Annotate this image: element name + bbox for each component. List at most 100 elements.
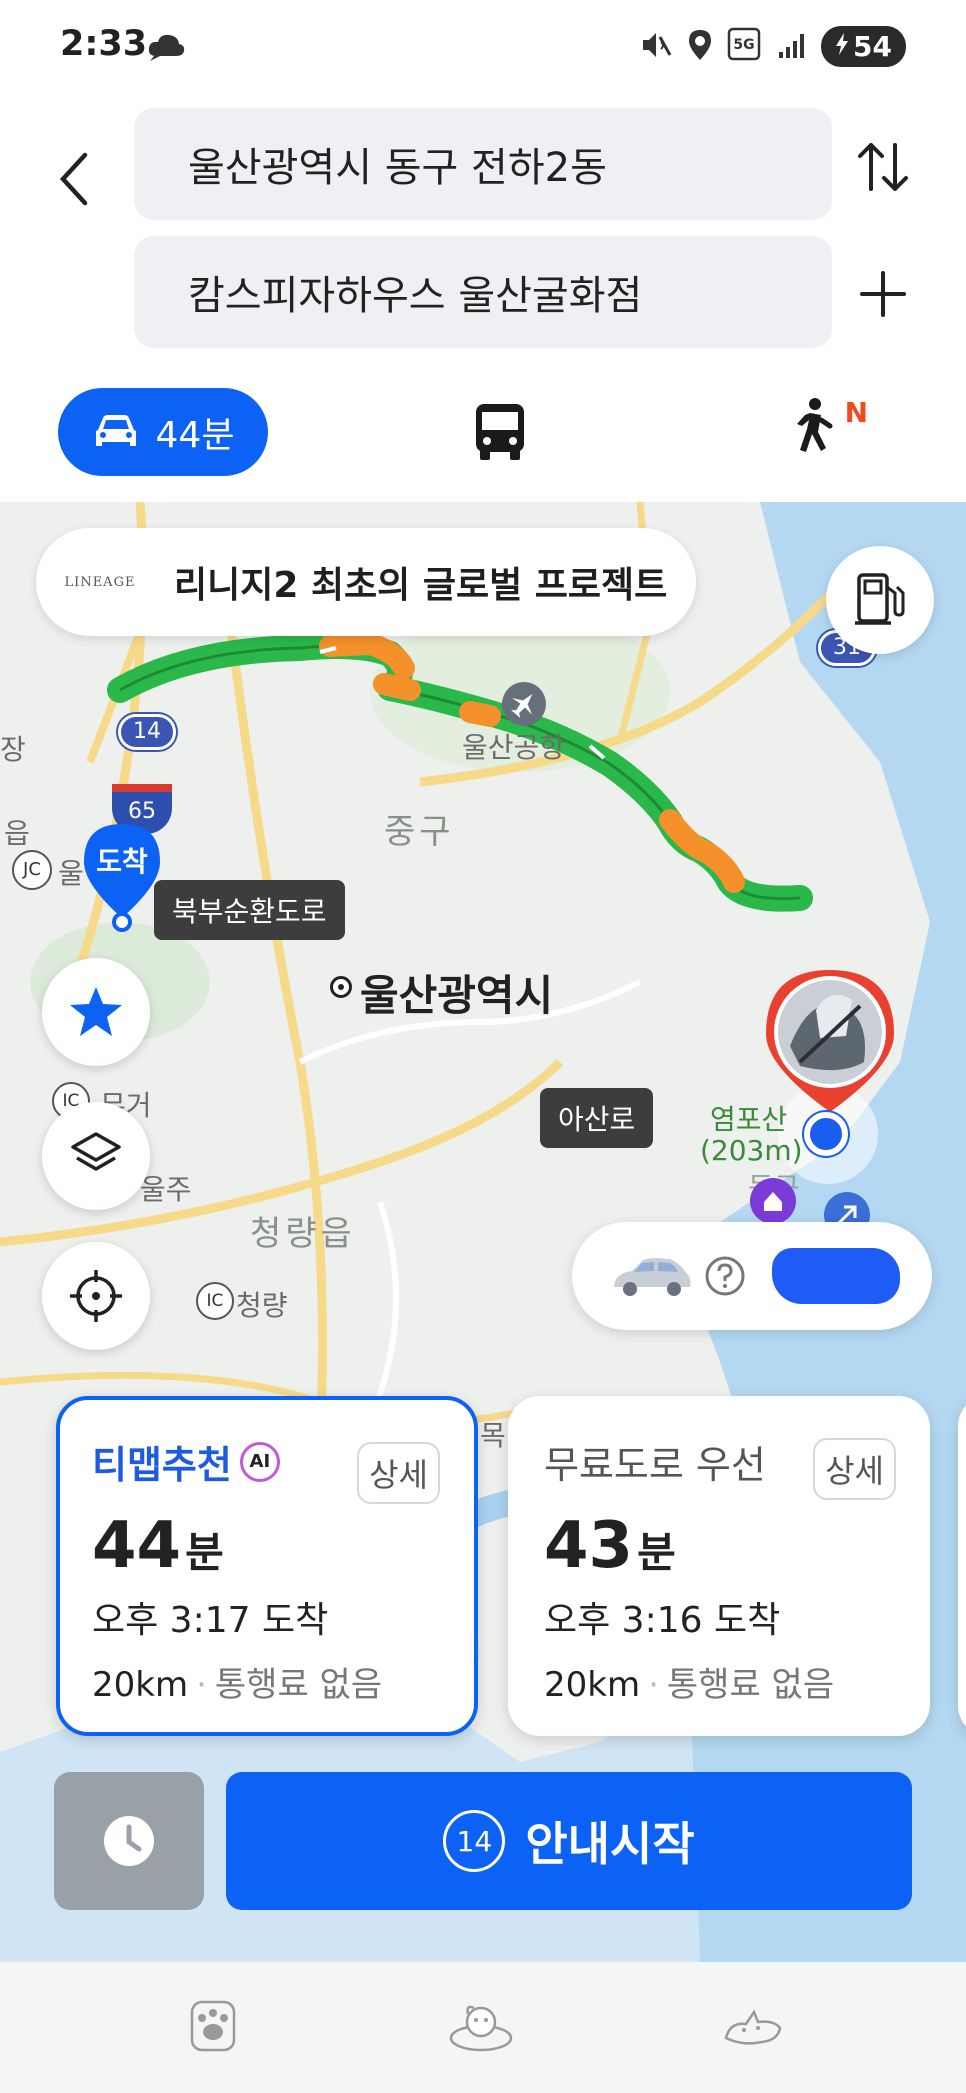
tab-car[interactable]: 44분 xyxy=(58,388,268,476)
destination-field[interactable]: 캄스피자하우스 울산굴화점 xyxy=(134,236,832,348)
route-detail-button[interactable]: 상세 xyxy=(813,1438,896,1500)
swap-arrows-icon xyxy=(858,143,908,191)
plus-icon xyxy=(860,271,906,317)
transport-mode-tabs: 44분 N xyxy=(0,378,966,502)
paw-icon xyxy=(190,2000,236,2052)
map-label-airport: 울산공항 xyxy=(462,731,566,764)
redacted-fare xyxy=(772,1248,900,1304)
route-toll: 통행료 없음 xyxy=(666,1665,835,1705)
battery-indicator: 54 xyxy=(821,26,906,67)
car-illustration-icon xyxy=(614,1258,691,1296)
destination-pin[interactable]: 도착 xyxy=(82,822,162,932)
countdown-indicator: 14 xyxy=(443,1810,506,1872)
route-minutes-unit: 분 xyxy=(637,1528,676,1577)
bottom-navigation xyxy=(0,1962,966,2093)
route-distance: 20km xyxy=(544,1665,641,1705)
route-duration: 44분 xyxy=(92,1509,474,1583)
route-meta: 20km · 통행료 없음 xyxy=(544,1665,835,1705)
route-card-next-peek[interactable] xyxy=(958,1396,966,1736)
city-center-marker xyxy=(330,976,352,998)
route-title: 무료도로 우선 xyxy=(544,1443,766,1487)
ad-banner[interactable]: LINEAGE 리니지2 최초의 글로벌 프로젝트 xyxy=(36,528,696,636)
current-location-marker xyxy=(804,1112,848,1156)
my-location-button[interactable] xyxy=(42,1242,150,1350)
route-distance: 20km xyxy=(92,1665,189,1705)
layers-icon xyxy=(71,1132,121,1171)
route-shield-14: 14 xyxy=(118,714,176,750)
route-card-recommended[interactable]: 티맵추천 AI 상세 44분 오후 3:17 도착 20km · 통행료 없음 xyxy=(56,1396,478,1736)
route-search-header: 울산광역시 동구 전하2동 캄스피자하우스 울산굴화점 xyxy=(0,96,966,378)
clock-icon xyxy=(104,1816,154,1866)
map-label-mountain-height: (203m) xyxy=(700,1134,803,1167)
ad-text: 리니지2 최초의 글로벌 프로젝트 xyxy=(174,565,668,606)
jc-marker: JC xyxy=(12,850,52,890)
charging-icon xyxy=(835,30,849,63)
route-arrival: 오후 3:17 도착 xyxy=(92,1600,329,1641)
svg-text:5G: 5G xyxy=(733,37,754,53)
character-icon xyxy=(449,2005,513,2052)
map-label-district: 중구 xyxy=(384,812,455,852)
map-label-eup: 읍 xyxy=(4,817,30,850)
nav-character[interactable] xyxy=(446,1996,516,2056)
route-toll: 통행료 없음 xyxy=(214,1665,383,1705)
location-icon xyxy=(687,28,713,66)
network-5g-icon: 5G xyxy=(727,27,763,67)
tab-transit[interactable] xyxy=(470,400,530,464)
route-minutes: 43 xyxy=(544,1509,634,1583)
route-duration: 43분 xyxy=(544,1509,930,1583)
status-time: 2:33 xyxy=(60,24,148,64)
fuel-station-button[interactable] xyxy=(826,546,934,654)
nav-paw[interactable] xyxy=(178,1996,248,2056)
origin-avatar-pin[interactable] xyxy=(760,966,900,1116)
map-view[interactable]: 울산공항 중구 울산광역시 염포산 (203m) 무거 울주 청량읍 청량 읍 … xyxy=(0,502,966,1962)
route-title: 티맵추천 xyxy=(92,1443,232,1487)
nav-cat[interactable] xyxy=(718,1996,788,2056)
road-tag-bukbu: 북부순환도로 xyxy=(154,880,345,940)
gas-pump-icon xyxy=(855,573,905,625)
swap-button[interactable] xyxy=(848,132,918,202)
map-label-ul: 울 xyxy=(58,857,84,890)
battery-level: 54 xyxy=(853,30,892,63)
star-icon xyxy=(70,987,122,1036)
route-minutes: 44 xyxy=(92,1509,182,1583)
route-detail-button[interactable]: 상세 xyxy=(357,1442,440,1504)
signal-icon xyxy=(777,30,807,64)
ai-badge-icon: AI xyxy=(239,1441,280,1482)
status-icons: 5G 54 xyxy=(639,26,906,67)
route-meta: 20km · 통행료 없음 xyxy=(92,1665,383,1705)
map-label-cheongnyang-eup: 청량읍 xyxy=(250,1214,356,1254)
map-label-mok: 목 xyxy=(480,1419,506,1452)
airport-icon xyxy=(502,682,546,726)
walk-icon xyxy=(797,398,833,452)
car-icon xyxy=(95,415,136,446)
new-badge: N xyxy=(844,396,868,429)
map-label-jang: 장 xyxy=(0,733,26,766)
ic-marker-cheongnyang: IC xyxy=(196,1282,234,1320)
map-label-cheongnyang: 청량 xyxy=(236,1289,288,1322)
bus-icon xyxy=(476,404,524,460)
status-bar: 2:33 5G 54 xyxy=(0,0,966,96)
taxi-estimate-card[interactable] xyxy=(572,1222,932,1330)
crosshair-icon xyxy=(70,1270,122,1322)
route-card-free-road[interactable]: 무료도로 우선 상세 43분 오후 3:16 도착 20km · 통행료 없음 xyxy=(508,1396,930,1736)
route-minutes-unit: 분 xyxy=(185,1528,224,1577)
mute-icon xyxy=(639,28,673,66)
origin-field[interactable]: 울산광역시 동구 전하2동 xyxy=(134,108,832,220)
departure-time-button[interactable] xyxy=(54,1772,204,1910)
road-tag-asan: 아산로 xyxy=(540,1088,654,1148)
start-label: 안내시작 xyxy=(525,1817,695,1871)
map-label-city: 울산광역시 xyxy=(360,971,554,1020)
route-arrival: 오후 3:16 도착 xyxy=(544,1600,781,1641)
layers-button[interactable] xyxy=(42,1102,150,1210)
favorite-button[interactable] xyxy=(42,958,150,1066)
back-button[interactable] xyxy=(44,134,104,224)
question-icon xyxy=(705,1256,745,1296)
start-navigation-button[interactable]: 14 안내시작 xyxy=(226,1772,912,1910)
home-poi-icon xyxy=(750,1178,796,1224)
add-waypoint-button[interactable] xyxy=(848,259,918,329)
destination-pin-label: 도착 xyxy=(96,845,148,878)
cloud-icon xyxy=(146,30,186,66)
tab-walk[interactable]: N xyxy=(788,396,868,466)
map-label-ulju: 울주 xyxy=(140,1173,192,1206)
lineage-logo: LINEAGE xyxy=(64,574,136,590)
